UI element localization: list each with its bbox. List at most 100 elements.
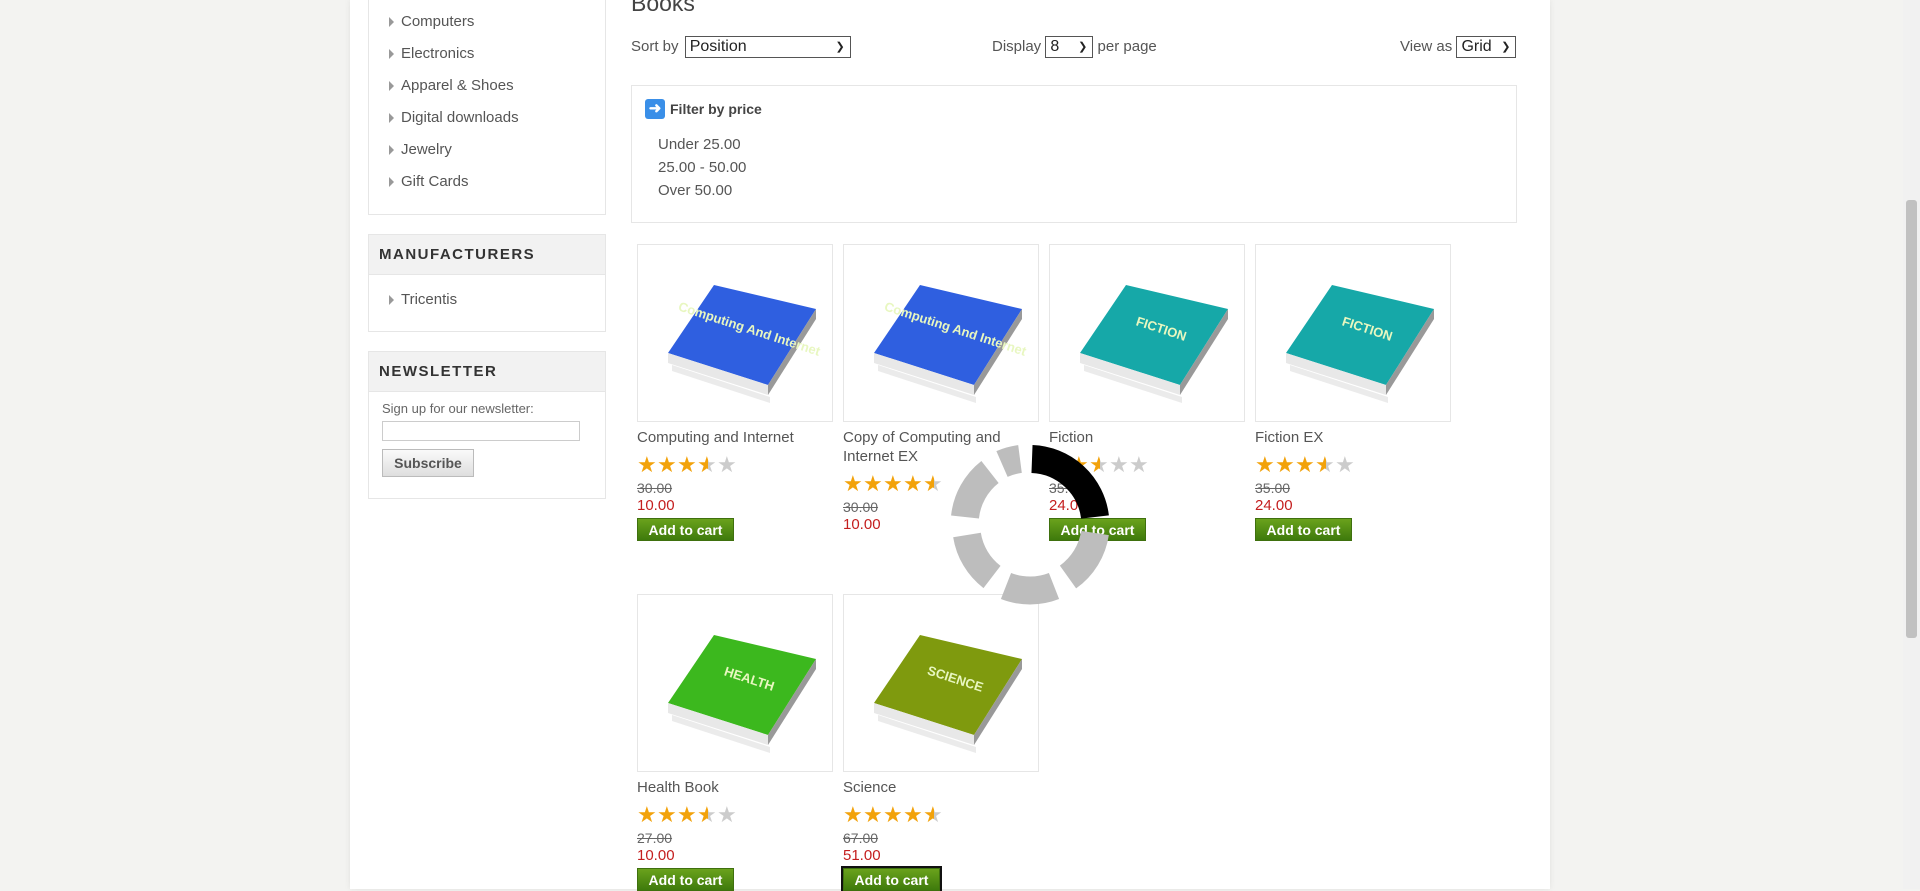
- loading-spinner-icon: [951, 445, 1109, 605]
- page-size-select[interactable]: 8 ❯: [1045, 36, 1094, 58]
- star-icon: ★: [863, 471, 883, 496]
- rating-stars: ★ ★ ★ ★ ★: [843, 473, 943, 495]
- star-icon: ★: [1255, 452, 1275, 477]
- star-icon: ★: [863, 802, 883, 827]
- scrollbar-thumb[interactable]: [1906, 200, 1917, 638]
- categories-block: Computers Electronics Apparel & Shoes Di…: [368, 0, 606, 215]
- subscribe-button[interactable]: Subscribe: [382, 449, 474, 477]
- actual-price: 10.00: [637, 847, 675, 864]
- add-to-cart-button[interactable]: Add to cart: [1255, 518, 1352, 541]
- page-title: Books: [631, 0, 695, 16]
- category-apparel-shoes[interactable]: Apparel & Shoes: [369, 75, 605, 107]
- star-icon: ★: [843, 802, 863, 827]
- star-icon: ★: [883, 471, 903, 496]
- category-label: Electronics: [401, 45, 475, 62]
- newsletter-block: NEWSLETTER Sign up for our newsletter: S…: [368, 351, 606, 499]
- star-icon: ★: [843, 471, 863, 496]
- sort-select[interactable]: Position ❯: [684, 36, 851, 58]
- arrow-right-icon: [389, 81, 394, 91]
- product-image[interactable]: SCIENCE: [843, 594, 1039, 772]
- star-icon: ★: [883, 802, 903, 827]
- actual-price: 24.00: [1255, 497, 1293, 514]
- add-to-cart-button[interactable]: Add to cart: [637, 518, 734, 541]
- star-icon: ★: [717, 452, 737, 477]
- scrollbar[interactable]: [1903, 0, 1920, 889]
- old-price: 27.00: [637, 830, 673, 846]
- newsletter-email-input[interactable]: [382, 421, 580, 441]
- product-card: SCIENCE Science ★ ★ ★ ★ ★ 67.00 51.00 Add to cart: [841, 594, 1039, 891]
- manufacturer-tricentis[interactable]: Tricentis: [369, 289, 605, 321]
- display-label: Display: [992, 37, 1042, 55]
- add-to-cart-button[interactable]: Add to cart: [841, 866, 942, 891]
- product-image[interactable]: HEALTH: [637, 594, 833, 772]
- star-icon: ★: [903, 802, 923, 827]
- product-image[interactable]: Computing And Internet: [843, 244, 1039, 422]
- product-card: HEALTH Health Book ★ ★ ★ ★ ★ 27.00 10.00 Add to c…: [637, 594, 833, 891]
- category-label: Jewelry: [401, 141, 452, 158]
- arrow-right-icon: [389, 145, 394, 155]
- per-page-label: per page: [1097, 37, 1157, 55]
- arrow-right-icon: [389, 113, 394, 123]
- sidebar: Computers Electronics Apparel & Shoes Di…: [368, 0, 606, 499]
- view-label: View as: [1400, 37, 1453, 55]
- star-icon: ★: [923, 471, 943, 496]
- category-gift-cards[interactable]: Gift Cards: [369, 171, 605, 203]
- old-price: 35.00: [1255, 480, 1291, 496]
- rating-stars: ★ ★ ★ ★ ★: [843, 804, 943, 826]
- book-cover-icon: SCIENCE: [874, 635, 1022, 753]
- star-icon: ★: [1275, 452, 1295, 477]
- star-icon: ★: [1315, 452, 1335, 477]
- star-icon: ★: [697, 452, 717, 477]
- price-filter: ➜ Filter by price Under 25.00 25.00 - 50…: [631, 85, 1517, 223]
- product-title-link[interactable]: Fiction EX: [1255, 428, 1451, 447]
- star-icon: ★: [697, 802, 717, 827]
- book-cover-icon: FICTION: [1080, 285, 1228, 403]
- view-mode-select[interactable]: Grid ❯: [1456, 36, 1517, 58]
- product-title-link[interactable]: Computing and Internet: [637, 428, 833, 447]
- product-title-link[interactable]: Health Book: [637, 778, 833, 797]
- arrow-right-icon: [389, 17, 394, 27]
- category-electronics[interactable]: Electronics: [369, 43, 605, 75]
- star-icon: ★: [1295, 452, 1315, 477]
- filter-title: Filter by price: [670, 101, 762, 117]
- product-title-link[interactable]: Science: [843, 778, 1039, 797]
- star-icon: ★: [677, 452, 697, 477]
- add-to-cart-button[interactable]: Add to cart: [637, 868, 734, 891]
- star-icon: ★: [1109, 452, 1129, 477]
- star-icon: ★: [717, 802, 737, 827]
- filter-under-25[interactable]: Under 25.00: [658, 136, 741, 153]
- product-card: Computing And Internet Computing and Inte…: [637, 244, 833, 541]
- rating-stars: ★ ★ ★ ★ ★: [637, 804, 737, 826]
- book-cover-icon: FICTION: [1286, 285, 1434, 403]
- actual-price: 10.00: [843, 516, 881, 533]
- category-jewelry[interactable]: Jewelry: [369, 139, 605, 171]
- chevron-down-icon: ❯: [1078, 41, 1088, 53]
- actual-price: 51.00: [843, 847, 881, 864]
- view-mode-value: Grid: [1461, 38, 1492, 55]
- display-control: Display 8 ❯ per page: [992, 36, 1157, 58]
- category-digital-downloads[interactable]: Digital downloads: [369, 107, 605, 139]
- actual-price: 10.00: [637, 497, 675, 514]
- rating-stars: ★ ★ ★ ★ ★: [1255, 454, 1355, 476]
- star-icon: ★: [637, 452, 657, 477]
- category-computers[interactable]: Computers: [369, 11, 605, 43]
- rating-stars: ★ ★ ★ ★ ★: [637, 454, 737, 476]
- star-icon: ★: [657, 802, 677, 827]
- category-label: Digital downloads: [401, 109, 519, 126]
- old-price: 30.00: [637, 480, 673, 496]
- manufacturers-block: MANUFACTURERS Tricentis: [368, 234, 606, 332]
- filter-over-50[interactable]: Over 50.00: [658, 182, 732, 199]
- arrow-right-icon: ➜: [645, 99, 665, 119]
- newsletter-label: Sign up for our newsletter:: [382, 401, 534, 416]
- product-image[interactable]: Computing And Internet: [637, 244, 833, 422]
- star-icon: ★: [1129, 452, 1149, 477]
- category-list: Computers Electronics Apparel & Shoes Di…: [369, 0, 605, 203]
- chevron-down-icon: ❯: [1501, 41, 1511, 53]
- product-image[interactable]: FICTION: [1049, 244, 1245, 422]
- product-image[interactable]: FICTION: [1255, 244, 1451, 422]
- filter-25-50[interactable]: 25.00 - 50.00: [658, 159, 746, 176]
- book-cover-icon: Computing And Internet: [874, 285, 1029, 403]
- old-price: 30.00: [843, 499, 879, 515]
- arrow-right-icon: [389, 49, 394, 59]
- star-icon: ★: [923, 802, 943, 827]
